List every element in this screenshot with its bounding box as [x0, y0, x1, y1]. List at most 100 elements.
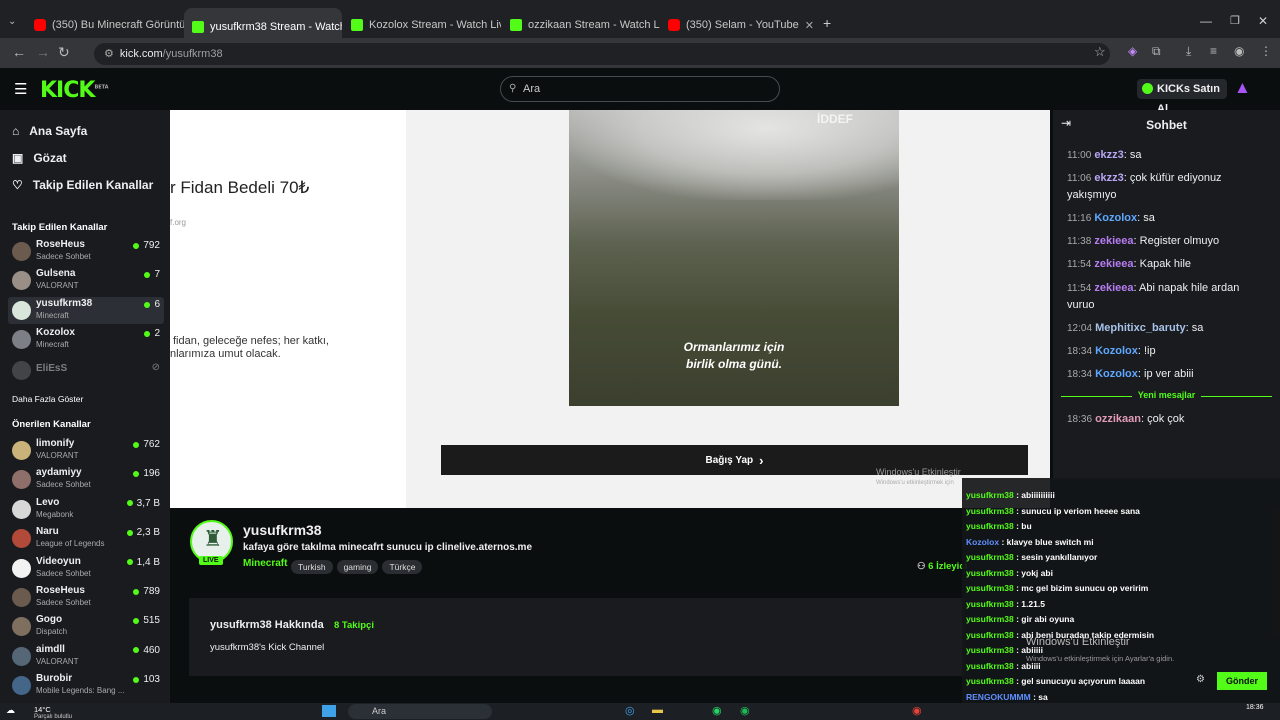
overlay-chat-text: : mc gel bizim sunucu op veririm [1016, 583, 1149, 593]
folder-icon[interactable]: ▬ [652, 704, 663, 716]
tag-chip[interactable]: Türkçe [382, 560, 423, 574]
recommended-channel[interactable]: Levo Megabonk 3,7 B [8, 496, 164, 523]
overlay-chat-username[interactable]: yusufkrm38 [966, 630, 1014, 640]
video-player[interactable]: r Fidan Bedeli 70₺ f.org fidan, geleceğe… [170, 110, 1050, 508]
followed-channel-roseheus[interactable]: RoseHeus Sadece Sohbet 792 [8, 238, 164, 265]
chat-username[interactable]: Kozolox [1095, 368, 1138, 380]
send-button[interactable]: Gönder [1217, 672, 1267, 690]
followed-channel-eliess[interactable]: EliEsS ⊘ [8, 357, 164, 384]
buy-kicks-button[interactable]: KICKs Satın Al [1137, 79, 1227, 115]
extensions-puzzle-icon[interactable]: ⧉ [1152, 44, 1161, 59]
nav-following[interactable]: ♡ Takip Edilen Kanallar [12, 178, 153, 192]
overlay-chat-username[interactable]: yusufkrm38 [966, 676, 1014, 686]
nav-browse[interactable]: ▣ Gözat [12, 151, 67, 165]
overlay-chat-username[interactable]: yusufkrm38 [966, 645, 1014, 655]
tune-icon[interactable]: ⚙ [104, 48, 114, 60]
whatsapp-icon[interactable]: ◉ [712, 704, 722, 717]
overlay-chat-username[interactable]: RENGOKUMMM [966, 692, 1031, 702]
weather-temp[interactable]: 14°C [34, 705, 51, 714]
chrome-icon[interactable]: ◉ [912, 704, 922, 717]
tag-chip[interactable]: Turkish [291, 560, 333, 574]
recommended-channel[interactable]: Gogo Dispatch 515 [8, 613, 164, 640]
spotify-icon[interactable]: ◉ [740, 704, 750, 717]
tab-list-button[interactable]: ⌄ [8, 16, 16, 27]
menu-kebab-icon[interactable]: ⋮ [1260, 44, 1272, 58]
bookmark-star-icon[interactable]: ☆ [1094, 44, 1106, 60]
chat-username[interactable]: ozzikaan [1095, 413, 1141, 425]
chat-username[interactable]: zekieea [1094, 235, 1133, 247]
browser-tab-4[interactable]: ozzikaan Stream - Watch Live o ✕ [502, 10, 660, 40]
overlay-chat-username[interactable]: yusufkrm38 [966, 568, 1014, 578]
channel-name: Burobir [36, 673, 73, 685]
media-icon[interactable]: ≡ [1210, 44, 1217, 58]
recommended-channel[interactable]: aydamiyy Sadece Sohbet 196 [8, 466, 164, 493]
channel-category: Mobile Legends: Bang ... [36, 686, 125, 696]
recommended-channel[interactable]: Videoyun Sadece Sohbet 1,4 B [8, 555, 164, 582]
stream-category-link[interactable]: Minecraft [243, 558, 287, 569]
overlay-chat-username[interactable]: yusufkrm38 [966, 614, 1014, 624]
browser-tab-5[interactable]: (350) Selam - YouTube ✕ [660, 10, 818, 40]
forest-video-image: İDDEF Ormanlarımız için birlik olma günü… [569, 110, 899, 406]
overlay-chat-username[interactable]: yusufkrm38 [966, 599, 1014, 609]
overlay-chat-username[interactable]: Kozolox [966, 537, 999, 547]
nav-label: Takip Edilen Kanallar [32, 178, 154, 192]
new-messages-label: Yeni mesajlar [1053, 390, 1280, 400]
overlay-chat-username[interactable]: yusufkrm38 [966, 661, 1014, 671]
overlay-chat-username[interactable]: yusufkrm38 [966, 490, 1014, 500]
followed-channel-yusufkrm38[interactable]: yusufkrm38 Minecraft 6 [8, 297, 164, 324]
search-input[interactable]: ⚲ Ara [500, 76, 780, 102]
chat-username[interactable]: Mephitixc_baruty [1095, 322, 1185, 334]
maximize-button[interactable]: ❐ [1230, 14, 1240, 27]
hamburger-menu-icon[interactable]: ☰ [14, 80, 27, 98]
overlay-chat-text: : sunucu ip veriom heeee sana [1016, 505, 1140, 516]
overlay-chat-username[interactable]: yusufkrm38 [966, 521, 1014, 531]
channel-name-heading[interactable]: yusufkrm38 [243, 522, 322, 538]
recommended-channel[interactable]: Naru League of Legends 2,3 B [8, 525, 164, 552]
profile-avatar[interactable]: ◉ [1234, 44, 1244, 58]
chat-text: çok çok [1147, 413, 1185, 425]
overlay-chat-text: : gir abi oyuna [1016, 614, 1075, 624]
overlay-chat-username[interactable]: yusufkrm38 [966, 552, 1014, 562]
chat-username[interactable]: Kozolox [1094, 212, 1137, 224]
viewer-number: 103 [143, 674, 160, 686]
chat-username[interactable]: Kozolox [1095, 345, 1138, 357]
chat-username[interactable]: zekieea [1094, 282, 1133, 294]
url-field[interactable]: ⚙ kick.com/yusufkrm38 [94, 43, 1110, 65]
back-icon[interactable]: ← [12, 44, 26, 60]
nav-home[interactable]: ⌂ Ana Sayfa [12, 124, 87, 138]
recommended-channel[interactable]: aimdll VALORANT 460 [8, 643, 164, 670]
channel-name: limonify [36, 438, 75, 449]
show-more-link[interactable]: Daha Fazla Göster [12, 394, 83, 404]
kick-logo[interactable]: KICKBETA [40, 78, 109, 103]
tag-chip[interactable]: gaming [336, 560, 379, 574]
forward-icon[interactable]: → [36, 44, 50, 60]
close-window-button[interactable]: ✕ [1258, 14, 1268, 28]
avatar [12, 676, 31, 696]
followed-channel-gulsena[interactable]: Gulsena VALORANT 7 [8, 267, 164, 294]
channel-category: VALORANT [36, 281, 79, 290]
viewer-count: 196 [133, 468, 160, 479]
recommended-channel[interactable]: Burobir Mobile Legends: Bang ... 103 [8, 672, 164, 699]
new-tab-button[interactable]: + [823, 15, 831, 31]
browser-tab-3[interactable]: Kozolox Stream - Watch Liv ✕ [343, 10, 501, 40]
followed-channel-kozolox[interactable]: Kozolox Minecraft 2 [8, 326, 164, 353]
user-avatar-icon[interactable]: ▲ [1234, 78, 1251, 98]
windows-start-icon[interactable] [322, 705, 336, 717]
taskbar-search[interactable]: Ara [348, 704, 492, 719]
extension-icon[interactable]: ◈ [1128, 44, 1137, 58]
edge-icon[interactable]: ◎ [625, 704, 635, 717]
minimize-button[interactable]: — [1200, 14, 1212, 28]
recommended-channel[interactable]: RoseHeus Sadece Sohbet 789 [8, 584, 164, 611]
chat-username[interactable]: ekzz3 [1094, 149, 1123, 161]
chat-username[interactable]: zekieea [1094, 258, 1133, 270]
avatar [12, 242, 31, 261]
close-icon[interactable]: ✕ [805, 19, 814, 32]
reload-icon[interactable]: ↻ [58, 44, 70, 61]
overlay-chat-username[interactable]: yusufkrm38 [966, 506, 1014, 516]
download-icon[interactable]: ⤓ [1186, 44, 1191, 59]
recommended-channel[interactable]: limonify VALORANT 762 [8, 437, 164, 464]
chat-username[interactable]: ekzz3 [1094, 172, 1123, 184]
settings-gear-icon[interactable]: ⚙ [1196, 674, 1205, 685]
overlay-chat-username[interactable]: yusufkrm38 [966, 583, 1014, 593]
browser-tab-1[interactable]: (350) Bu Minecraft Görüntüleri ✕ [26, 10, 184, 40]
